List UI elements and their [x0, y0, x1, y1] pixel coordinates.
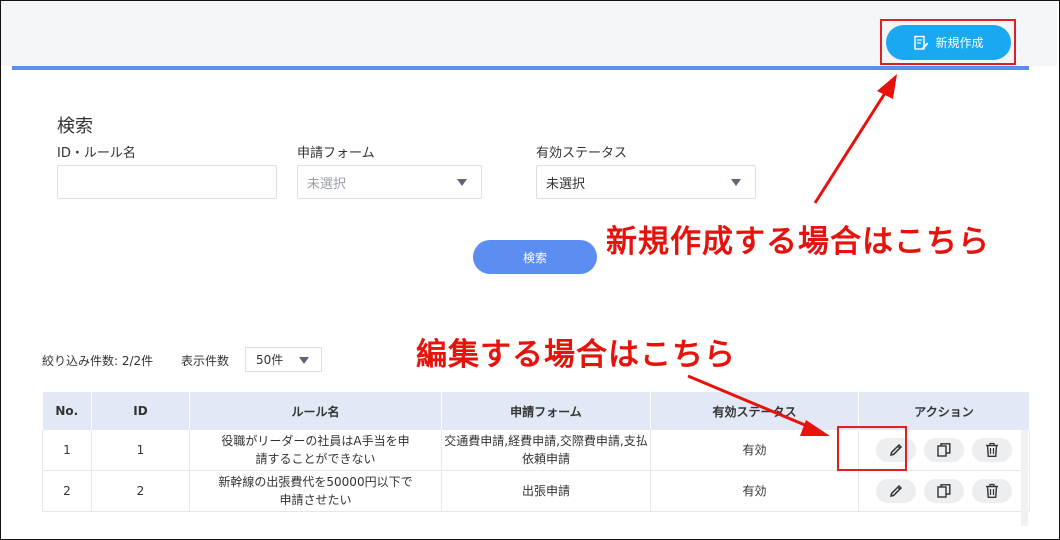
accent-divider	[12, 66, 1029, 70]
header-id: ID	[91, 392, 190, 430]
cell-status: 有効	[650, 470, 859, 512]
table-scrollbar[interactable]	[1021, 430, 1028, 526]
per-page-select[interactable]: 50件	[245, 347, 322, 372]
caret-down-icon	[457, 179, 467, 186]
id-rule-label: ID・ルール名	[57, 146, 136, 161]
header-no: No.	[42, 392, 92, 430]
filter-count: 絞り込み件数: 2/2件	[42, 354, 154, 368]
search-button[interactable]: 検索	[473, 240, 597, 274]
header-form: 申請フォーム	[441, 392, 651, 430]
cell-no: 1	[42, 430, 92, 471]
delete-button[interactable]	[972, 479, 1012, 503]
status-select[interactable]: 未選択	[536, 165, 756, 199]
status-select-value: 未選択	[546, 176, 586, 192]
edit-button[interactable]	[876, 479, 916, 503]
header-rule-name: ルール名	[189, 392, 442, 430]
table-header-row: No. ID ルール名 申請フォーム 有効ステータス アクション	[42, 392, 1030, 430]
trash-icon	[986, 442, 998, 457]
edit-hint-annotation: 編集する場合はこちら	[416, 337, 736, 373]
cell-actions	[858, 470, 1030, 512]
form-select-value: 未選択	[307, 176, 347, 192]
copy-icon	[937, 443, 951, 457]
cell-id: 1	[91, 430, 190, 471]
cell-id: 2	[91, 470, 190, 512]
delete-button[interactable]	[972, 438, 1012, 462]
caret-down-icon	[731, 179, 741, 186]
copy-icon	[937, 484, 951, 498]
new-button-highlight	[880, 19, 1016, 65]
new-hint-annotation: 新規作成する場合はこちら	[606, 224, 990, 260]
cell-no: 2	[42, 470, 92, 512]
per-page-label: 表示件数	[181, 354, 230, 368]
cell-form: 交通費申請,経費申請,交際費申請,支払依頼申請	[441, 430, 651, 471]
header-action: アクション	[858, 392, 1030, 430]
id-rule-input[interactable]	[57, 165, 277, 199]
form-select[interactable]: 未選択	[297, 165, 482, 199]
search-button-label: 検索	[522, 250, 547, 265]
cell-form: 出張申請	[441, 470, 651, 512]
per-page-value: 50件	[256, 353, 284, 367]
caret-down-icon	[299, 357, 309, 364]
edit-button-highlight	[837, 426, 907, 471]
search-title: 検索	[57, 116, 93, 137]
trash-icon	[986, 483, 998, 498]
cell-rule-name: 役職がリーダーの社員はA手当を申請することができない	[189, 430, 442, 471]
header-status: 有効ステータス	[650, 392, 859, 430]
form-label: 申請フォーム	[297, 146, 375, 161]
cell-status: 有効	[650, 430, 859, 471]
pencil-icon	[889, 484, 903, 498]
table-row: 2 2 新幹線の出張費代を50000円以下で申請させたい 出張申請 有効	[42, 470, 1030, 512]
cell-rule-name: 新幹線の出張費代を50000円以下で申請させたい	[189, 470, 442, 512]
status-label: 有効ステータス	[536, 146, 628, 161]
copy-button[interactable]	[924, 479, 964, 503]
copy-button[interactable]	[924, 438, 964, 462]
